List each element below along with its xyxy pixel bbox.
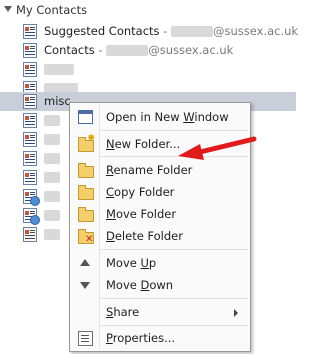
menu-item-move-up[interactable]: Move Up bbox=[72, 252, 248, 274]
delete-folder-icon: ✕ bbox=[77, 228, 94, 245]
redacted-text bbox=[44, 134, 60, 145]
redacted-text bbox=[44, 210, 60, 221]
menu-item-move-folder[interactable]: Move Folder bbox=[72, 203, 248, 225]
new-folder-icon: ✸ bbox=[77, 134, 95, 152]
contacts-folder-icon bbox=[23, 43, 39, 58]
folder-name: Suggested Contacts bbox=[44, 24, 160, 38]
folder-domain: @sussex.ac.uk bbox=[213, 24, 299, 38]
menu-separator bbox=[100, 249, 248, 250]
move-folder-icon bbox=[77, 206, 94, 222]
redacted-text bbox=[44, 229, 60, 240]
annotation-arrow-icon bbox=[178, 136, 257, 160]
menu-separator bbox=[100, 298, 248, 299]
collapse-triangle-icon[interactable] bbox=[4, 6, 12, 12]
menu-separator bbox=[100, 130, 248, 131]
menu-item-properties[interactable]: Properties... bbox=[72, 327, 248, 349]
contacts-folder-icon bbox=[23, 170, 39, 185]
tree-item-suggested-contacts[interactable]: Suggested Contacts - @sussex.ac.uk bbox=[0, 22, 299, 41]
redacted-text bbox=[106, 45, 149, 56]
menu-item-copy-folder[interactable]: Copy Folder bbox=[72, 181, 248, 203]
contacts-folder-icon bbox=[23, 24, 39, 39]
menu-item-share[interactable]: Share bbox=[72, 301, 248, 323]
triangle-up-icon bbox=[77, 255, 93, 271]
contacts-folder-icon bbox=[23, 132, 39, 147]
redacted-text bbox=[44, 153, 60, 164]
open-new-window-icon bbox=[77, 109, 93, 125]
my-contacts-group[interactable]: My Contacts bbox=[0, 0, 296, 20]
menu-separator bbox=[100, 325, 248, 326]
group-title: My Contacts bbox=[16, 3, 88, 17]
tree-item-contacts[interactable]: Contacts - @sussex.ac.uk bbox=[0, 41, 296, 60]
redacted-text bbox=[44, 64, 74, 75]
shared-contacts-folder-icon bbox=[23, 208, 40, 225]
menu-item-open-new-window[interactable]: Open in New Window bbox=[72, 106, 248, 128]
triangle-down-icon bbox=[77, 277, 93, 293]
folder-name: Contacts bbox=[44, 43, 95, 57]
menu-item-move-down[interactable]: Move Down bbox=[72, 274, 248, 296]
contacts-folder-icon bbox=[23, 227, 39, 242]
submenu-arrow-icon bbox=[234, 309, 238, 317]
contacts-folder-icon bbox=[23, 113, 39, 128]
properties-icon bbox=[77, 330, 93, 346]
redacted-text bbox=[44, 191, 60, 202]
contacts-folder-icon bbox=[23, 94, 39, 109]
contacts-folder-icon bbox=[23, 151, 39, 166]
menu-item-delete-folder[interactable]: ✕ Delete Folder bbox=[72, 225, 248, 247]
shared-contacts-folder-icon bbox=[23, 189, 40, 206]
copy-folder-icon bbox=[77, 184, 94, 200]
rename-folder-icon bbox=[77, 162, 94, 178]
tree-item-redacted-1[interactable] bbox=[0, 60, 296, 79]
redacted-text bbox=[44, 172, 60, 183]
redacted-text bbox=[171, 26, 213, 37]
contacts-folder-icon bbox=[23, 62, 39, 77]
folder-domain: @sussex.ac.uk bbox=[148, 43, 234, 57]
redacted-text bbox=[44, 115, 60, 126]
folder-name: misc bbox=[44, 94, 71, 108]
